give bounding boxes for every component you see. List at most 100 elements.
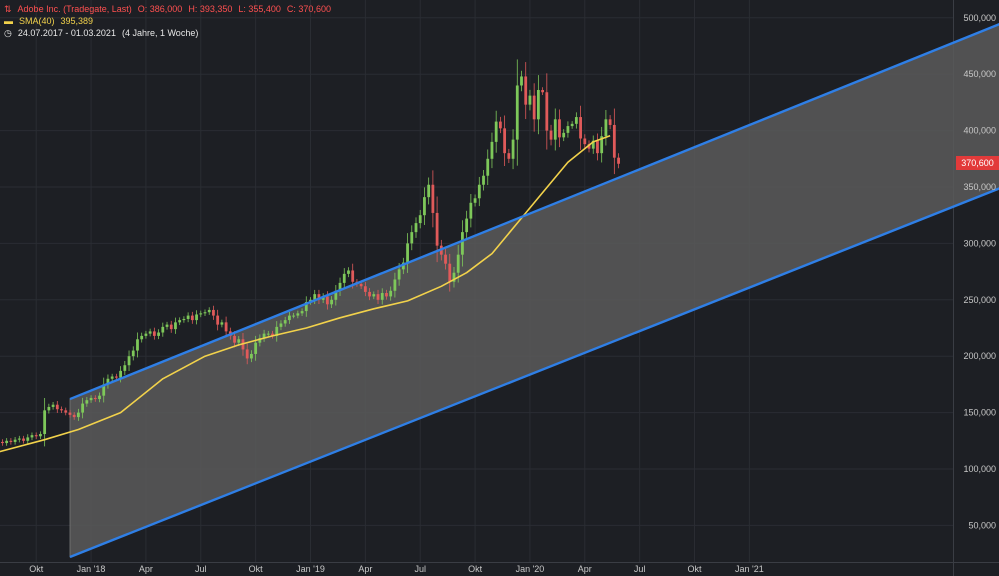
y-tick-label-5: 300,000: [963, 238, 996, 248]
open-value: O: 386,000: [137, 4, 183, 14]
candle-body-60: [245, 349, 249, 359]
candle-body-110: [456, 254, 460, 273]
high-value: H: 393,350: [188, 4, 233, 14]
y-tick-label-6: 350,000: [963, 182, 996, 192]
candle-body-70: [288, 315, 291, 321]
candle-body-139: [579, 117, 582, 139]
sma-legend: ▬ SMA(40) 395,389: [4, 15, 99, 27]
candle-body-108: [448, 263, 452, 282]
candle-body-80: [330, 299, 333, 305]
candle-body-148: [617, 157, 620, 164]
x-tick-label-11: Jul: [634, 564, 646, 574]
candle-body-65: [266, 333, 270, 335]
candle-body-9: [30, 435, 34, 438]
candle-body-6: [17, 438, 21, 440]
candle-body-132: [549, 130, 553, 140]
candle-body-31: [123, 365, 127, 371]
candle-body-55: [224, 322, 228, 332]
candle-body-22: [85, 400, 89, 404]
x-tick-label-2: Apr: [139, 564, 153, 574]
candle-body-46: [186, 315, 190, 319]
candle-body-102: [423, 197, 426, 216]
candle-body-124: [515, 85, 519, 140]
candle-body-122: [507, 153, 511, 159]
candle-body-10: [34, 435, 38, 437]
instrument-legend: ⇅ Adobe Inc. (Tradegate, Last) O: 386,000 H…: [4, 3, 337, 15]
candle-body-88: [363, 286, 367, 292]
candle-body-125: [520, 76, 523, 86]
candle-body-100: [414, 223, 418, 233]
candle-body-39: [157, 332, 160, 336]
candle-body-94: [389, 290, 393, 297]
candle-body-92: [380, 293, 384, 300]
candle-body-17: [64, 410, 68, 413]
candle-body-117: [486, 158, 490, 176]
candle-body-113: [469, 202, 473, 219]
candle-body-12: [43, 410, 47, 435]
candle-body-4: [9, 440, 13, 442]
candle-body-103: [427, 184, 431, 198]
low-value: L: 355,400: [238, 4, 281, 14]
sma-label: SMA(40): [19, 16, 55, 26]
candle-body-98: [406, 243, 409, 263]
candle-body-44: [178, 320, 182, 323]
candle-body-85: [351, 270, 355, 282]
candle-body-14: [51, 404, 55, 407]
candle-body-121: [503, 128, 507, 154]
x-tick-label-7: Jul: [414, 564, 426, 574]
candle-body-24: [93, 397, 97, 400]
candle-body-68: [279, 323, 283, 327]
candle-body-128: [532, 95, 536, 120]
x-tick-label-9: Jan '20: [516, 564, 545, 574]
x-tick-label-13: Jan '21: [735, 564, 764, 574]
candle-body-33: [131, 350, 135, 357]
x-tick-label-5: Jan '19: [296, 564, 325, 574]
price-chart[interactable]: 50,000 100,000 150,000 200,000 250,000 300,00…: [0, 0, 999, 576]
sma-value: 395,389: [60, 16, 94, 26]
x-tick-label-3: Jul: [195, 564, 207, 574]
x-tick-label-10: Apr: [578, 564, 592, 574]
candle-body-8: [26, 437, 30, 441]
y-tick-label-4: 250,000: [963, 295, 996, 305]
sma-line-icon: ▬: [4, 16, 13, 26]
candle-body-57: [233, 335, 236, 343]
candle-body-114: [473, 198, 477, 203]
candle-body-137: [570, 123, 574, 127]
candle-body-123: [511, 139, 515, 159]
candle-body-11: [39, 434, 42, 437]
candle-body-99: [410, 232, 414, 244]
candle-body-32: [127, 356, 131, 366]
candle-body-36: [144, 333, 148, 336]
y-tick-label-1: 100,000: [963, 464, 996, 474]
candle-body-129: [536, 89, 540, 120]
candle-body-93: [385, 293, 388, 297]
candle-body-111: [461, 232, 464, 255]
y-tick-label-8: 450,000: [963, 69, 996, 79]
candle-body-25: [98, 395, 101, 400]
y-tick-label-0: 50,000: [968, 520, 996, 530]
candle-body-62: [254, 342, 258, 354]
candle-body-79: [325, 296, 329, 305]
candle-body-20: [77, 412, 80, 418]
candle-body-29: [114, 376, 118, 378]
candle-body-135: [562, 132, 566, 138]
candle-body-54: [220, 322, 224, 325]
instrument-name: Adobe Inc. (Tradegate, Last): [17, 4, 132, 14]
candle-body-43: [174, 322, 177, 330]
candle-body-119: [494, 121, 498, 142]
candle-body-116: [482, 175, 485, 185]
candle-body-101: [418, 215, 422, 224]
candle-body-72: [296, 313, 300, 316]
candle-body-49: [199, 313, 203, 315]
candle-body-5: [13, 439, 17, 442]
candle-body-105: [435, 212, 439, 246]
candle-body-133: [553, 119, 557, 140]
candle-body-138: [574, 117, 578, 124]
x-tick-label-0: Okt: [29, 564, 44, 574]
candle-body-2: [1, 441, 4, 444]
period-legend: ◷ 24.07.2017 - 01.03.2021 (4 Jahre, 1 Woch…: [4, 27, 204, 39]
candle-body-134: [558, 119, 561, 138]
candle-body-73: [300, 311, 304, 314]
period-note: (4 Jahre, 1 Woche): [121, 28, 199, 38]
candle-body-53: [216, 315, 220, 325]
